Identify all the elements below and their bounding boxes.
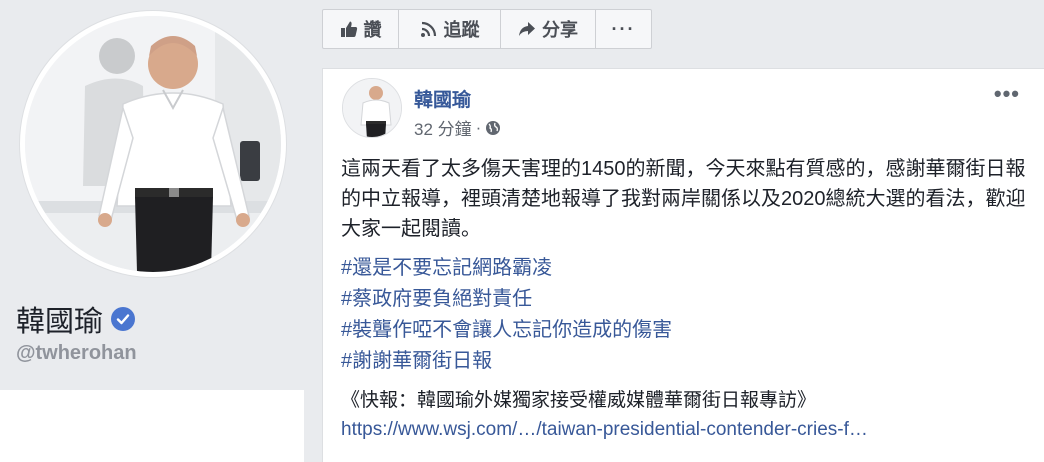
post-author-name[interactable]: 韓國瑜 xyxy=(414,85,471,112)
share-button[interactable]: 分享 xyxy=(501,10,596,48)
like-icon xyxy=(340,21,357,37)
profile-panel-footer xyxy=(0,390,304,462)
globe-icon[interactable] xyxy=(485,120,501,136)
rss-icon xyxy=(420,21,436,37)
post-meta: 32 分鐘 · xyxy=(414,115,501,140)
more-actions-button[interactable]: ··· xyxy=(596,10,651,48)
hashtag-link[interactable]: #謝謝華爾街日報 xyxy=(341,346,672,377)
post-avatar-illustration xyxy=(343,79,401,137)
profile-handle[interactable]: @twherohan xyxy=(16,342,137,365)
follow-label: 追蹤 xyxy=(443,20,480,40)
hashtag-list: #還是不要忘記網路霸凌 #蔡政府要負絕對責任 #裝聾作啞不會讓人忘記你造成的傷害… xyxy=(341,253,672,377)
like-button[interactable]: 讚 xyxy=(323,10,399,48)
hashtag-link[interactable]: #還是不要忘記網路霸凌 xyxy=(341,253,672,284)
follow-button[interactable]: 追蹤 xyxy=(399,10,501,48)
share-arrow-icon xyxy=(519,22,535,36)
more-label: ··· xyxy=(611,18,636,39)
share-label: 分享 xyxy=(542,20,578,40)
profile-picture[interactable] xyxy=(25,16,281,272)
profile-panel: 韓國瑜 @twherohan xyxy=(0,0,304,390)
page-action-bar: 讚 追蹤 分享 ··· xyxy=(322,9,652,49)
hashtag-link[interactable]: #裝聾作啞不會讓人忘記你造成的傷害 xyxy=(341,315,672,346)
profile-name[interactable]: 韓國瑜 xyxy=(16,298,103,340)
like-label: 讚 xyxy=(363,20,382,40)
shared-link-title: 《快報：韓國瑜外媒獨家接受權威媒體華爾街日報專訪》 xyxy=(341,390,817,411)
post-author-avatar[interactable] xyxy=(342,78,402,138)
profile-picture-frame[interactable] xyxy=(19,10,287,278)
post-card: 韓國瑜 32 分鐘 · ••• 這兩天看了太多傷天害理的1450的新聞，今天來點… xyxy=(322,68,1044,462)
verified-badge-icon xyxy=(111,307,136,331)
meta-separator: · xyxy=(475,117,482,137)
hashtag-link[interactable]: #蔡政府要負絕對責任 xyxy=(341,284,672,315)
post-body-text: 這兩天看了太多傷天害理的1450的新聞，今天來點有質感的，感謝華爾街日報的中立報… xyxy=(341,158,1026,240)
profile-photo-illustration xyxy=(25,16,281,272)
post-options-icon[interactable]: ••• xyxy=(994,81,1020,107)
shared-link-url[interactable]: https://www.wsj.com/…/taiwan-presidentia… xyxy=(341,419,868,441)
profile-name-row: 韓國瑜 xyxy=(16,298,136,340)
post-timestamp[interactable]: 32 分鐘 xyxy=(414,115,472,140)
